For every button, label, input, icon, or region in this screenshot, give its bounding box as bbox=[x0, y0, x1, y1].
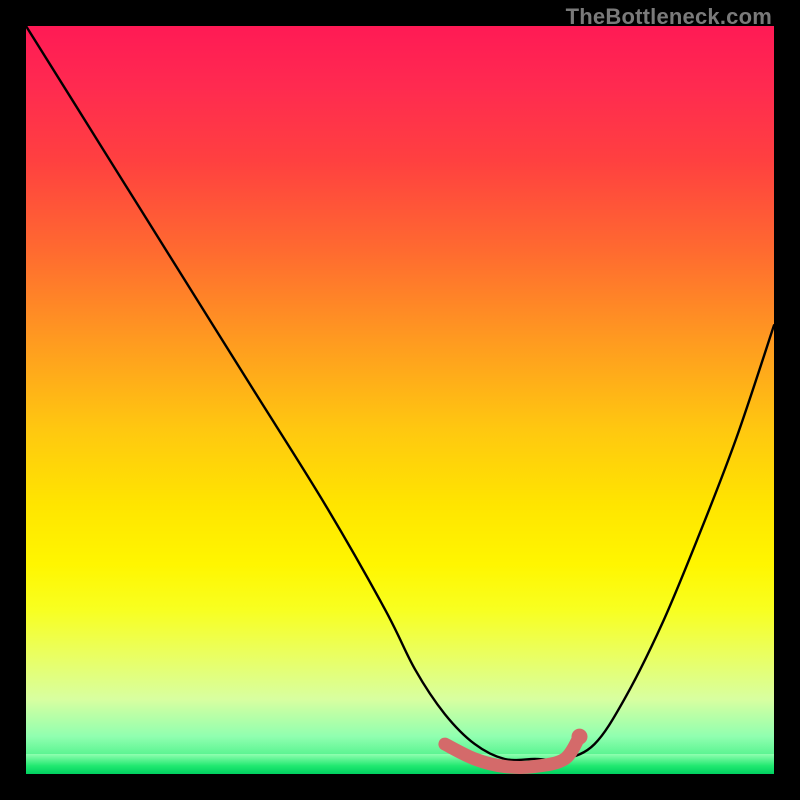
curve-svg bbox=[26, 26, 774, 774]
optimum-range-marker bbox=[445, 737, 580, 768]
plot-area bbox=[26, 26, 774, 774]
bottleneck-curve bbox=[26, 26, 774, 760]
chart-frame: TheBottleneck.com bbox=[0, 0, 800, 800]
marker-end-dot bbox=[572, 729, 588, 745]
